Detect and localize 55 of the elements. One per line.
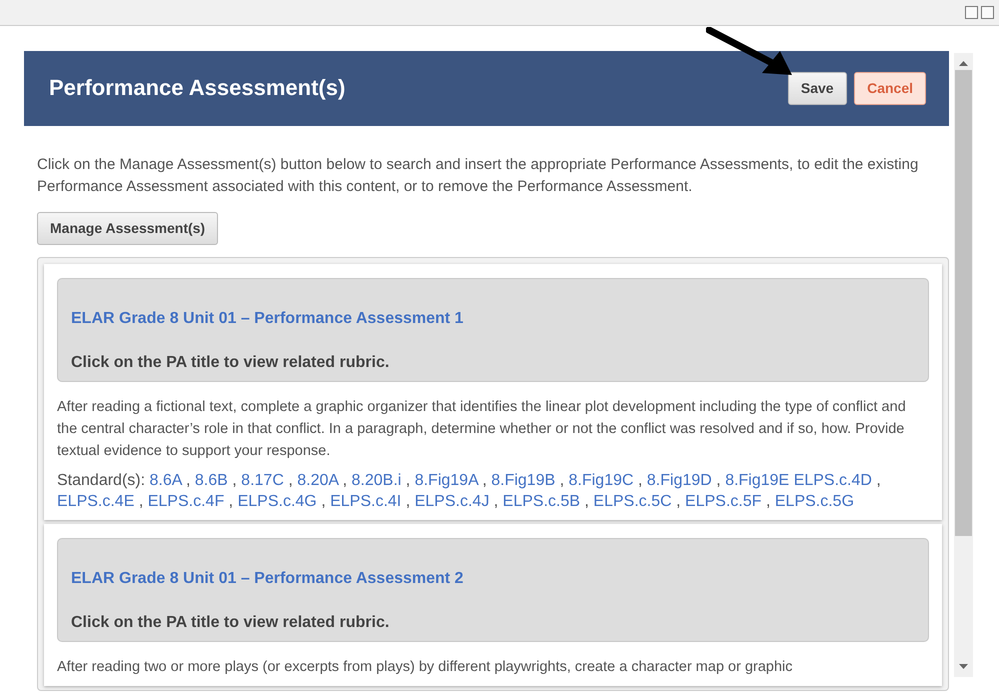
separator-text: , [406, 493, 410, 510]
standard-link[interactable]: ELPS.c.5B [502, 493, 580, 510]
standard-link[interactable]: ELPS.c.5G [774, 493, 854, 510]
assessment-title-link[interactable]: ELAR Grade 8 Unit 01 – Performance Assessment 1 [71, 310, 464, 327]
separator-text: , [232, 472, 237, 489]
separator-text: , [342, 472, 348, 489]
separator-text: , [321, 493, 326, 510]
separator-text: , [876, 472, 881, 489]
separator-text: , [482, 472, 487, 489]
standard-link[interactable]: 8.6A [150, 472, 182, 489]
standard-link[interactable]: 8.Fig19A [414, 472, 478, 489]
standard-link[interactable]: ELPS.c.4E [57, 493, 134, 510]
standard-link[interactable]: ELPS.c.4G [238, 493, 317, 510]
rubric-hint: Click on the PA title to view related rubric. [71, 353, 390, 373]
standard-link[interactable]: ELPS.c.5F [685, 493, 762, 510]
standard-link[interactable]: 8.6B [194, 472, 228, 489]
assessment-description: After reading a fictional text, complete a graphic organizer that identifies the linear plot development including the type of conflict and the central character’s role in that conflict. In a paragraph, determine whether or not the conflict was resolved and if so, how. Provide textual evidence to support your response. [57, 398, 907, 461]
separator-text: , [138, 493, 144, 510]
separator-text: , [676, 493, 681, 510]
manage-assessments-button[interactable]: Manage Assessment(s) [37, 212, 218, 245]
standard-link[interactable]: 8.20B.i [352, 472, 402, 489]
intro-text: Click on the Manage Assessment(s) button below to search and insert the appropriate Performance Assessments, to edit the existing Performance Assessment associated with this content, or to remove the Performance Assessment. [36, 155, 920, 197]
scrollbar-thumb[interactable] [955, 70, 972, 536]
separator-text: , [228, 493, 234, 510]
separator-text: , [406, 472, 410, 489]
separator-text: , [494, 493, 498, 510]
standard-link[interactable]: 8.Fig19B [491, 472, 556, 489]
save-button[interactable]: Save [788, 72, 847, 105]
separator-text: , [186, 472, 190, 489]
dialog-title: Performance Assessment(s) [49, 75, 346, 102]
standard-link[interactable]: ELPS.c.4J [414, 493, 490, 510]
separator-text: , [638, 472, 642, 489]
arrow-icon [706, 27, 792, 77]
rubric-hint: Click on the PA title to view related rubric. [71, 613, 390, 633]
separator-text: , [584, 493, 589, 510]
standard-link[interactable]: ELPS.c.5C [593, 493, 672, 510]
standard-link[interactable]: 8.Fig19D [646, 472, 712, 489]
standard-link[interactable]: 8.Fig19E [725, 472, 790, 489]
standards-label: Standard(s): [57, 472, 146, 489]
separator-text: , [560, 472, 564, 489]
standard-link[interactable]: ELPS.c.4I [330, 493, 402, 510]
separator-text: , [766, 493, 770, 510]
assessment-description: After reading two or more plays (or excerpts from plays) by different playwrights, create a character map or graphic [57, 658, 794, 677]
scrollbar[interactable] [954, 53, 973, 677]
scroll-down-icon[interactable] [959, 664, 968, 669]
standard-link[interactable]: ELPS.c.4F [148, 493, 224, 510]
cancel-button[interactable]: Cancel [854, 72, 926, 105]
assessment-title-link[interactable]: ELAR Grade 8 Unit 01 – Performance Assessment 2 [71, 570, 464, 587]
standard-link[interactable]: 8.17C [241, 472, 284, 489]
scroll-up-icon[interactable] [959, 61, 968, 66]
standard-link[interactable]: 8.20A [297, 472, 338, 489]
separator-text: , [716, 472, 721, 489]
standard-link[interactable]: 8.Fig19C [568, 472, 634, 489]
standard-link[interactable]: ELPS.c.4D [794, 472, 872, 489]
separator-text: , [288, 472, 293, 489]
